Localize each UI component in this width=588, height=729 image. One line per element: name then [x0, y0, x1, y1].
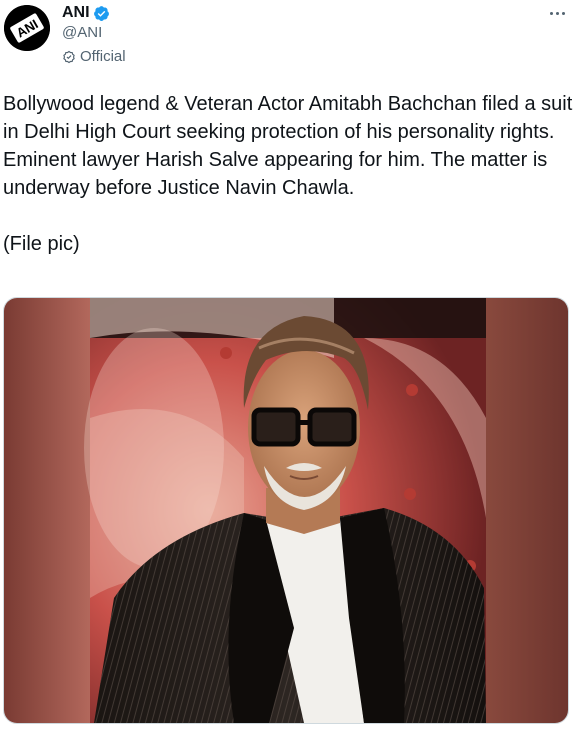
tweet-photo[interactable] [3, 297, 569, 724]
photo-portrait-image [4, 298, 568, 723]
official-label: Official [80, 48, 126, 65]
more-options-icon [549, 11, 553, 15]
account-handle[interactable]: @ANI [62, 24, 102, 42]
display-name[interactable]: ANI [62, 3, 90, 23]
name-row: ANI [62, 3, 110, 23]
tweet-body: Bollywood legend & Veteran Actor Amitabh… [3, 93, 573, 199]
tweet-text: Bollywood legend & Veteran Actor Amitabh… [3, 90, 578, 258]
official-label-row: Official [62, 48, 126, 66]
more-options-button[interactable] [544, 2, 570, 24]
official-check-icon [63, 50, 75, 64]
avatar[interactable]: ANI [4, 5, 50, 51]
tweet-card: ANI ANI @ANI Official Bollywood legend &… [0, 0, 588, 729]
tweet-caption: (File pic) [3, 233, 80, 255]
verified-badge-icon [93, 5, 109, 21]
ani-logo-icon: ANI [4, 5, 50, 51]
